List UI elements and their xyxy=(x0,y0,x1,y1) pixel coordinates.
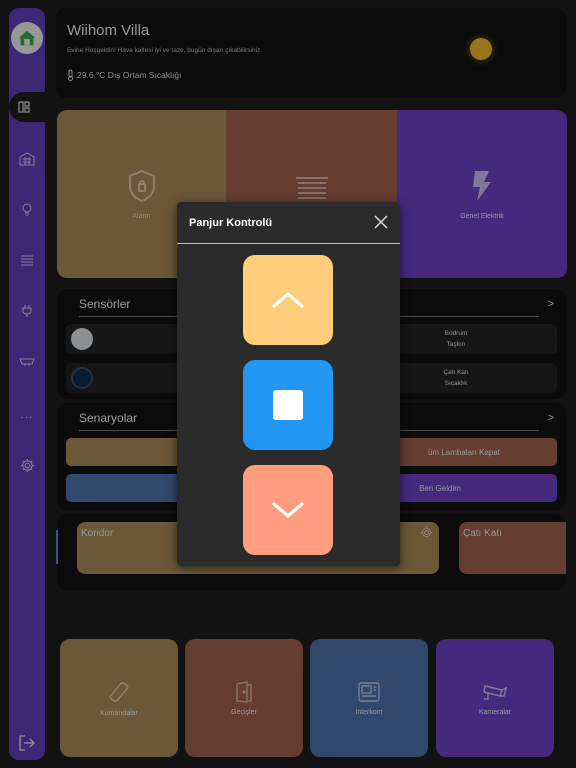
app-root: ... Wiihom Villa Evine Hoşgeldin! Hava k… xyxy=(0,0,576,768)
blinds-down-button[interactable] xyxy=(243,465,333,555)
chevron-up-icon xyxy=(272,292,304,308)
close-icon[interactable] xyxy=(373,214,389,230)
modal-title: Panjur Kontrolü xyxy=(189,217,273,229)
stop-icon xyxy=(273,390,303,420)
blinds-stop-button[interactable] xyxy=(243,360,333,450)
blinds-up-button[interactable] xyxy=(243,255,333,345)
modal-divider xyxy=(177,243,400,244)
blinds-control-modal: Panjur Kontrolü xyxy=(177,202,400,566)
chevron-down-icon xyxy=(272,502,304,518)
